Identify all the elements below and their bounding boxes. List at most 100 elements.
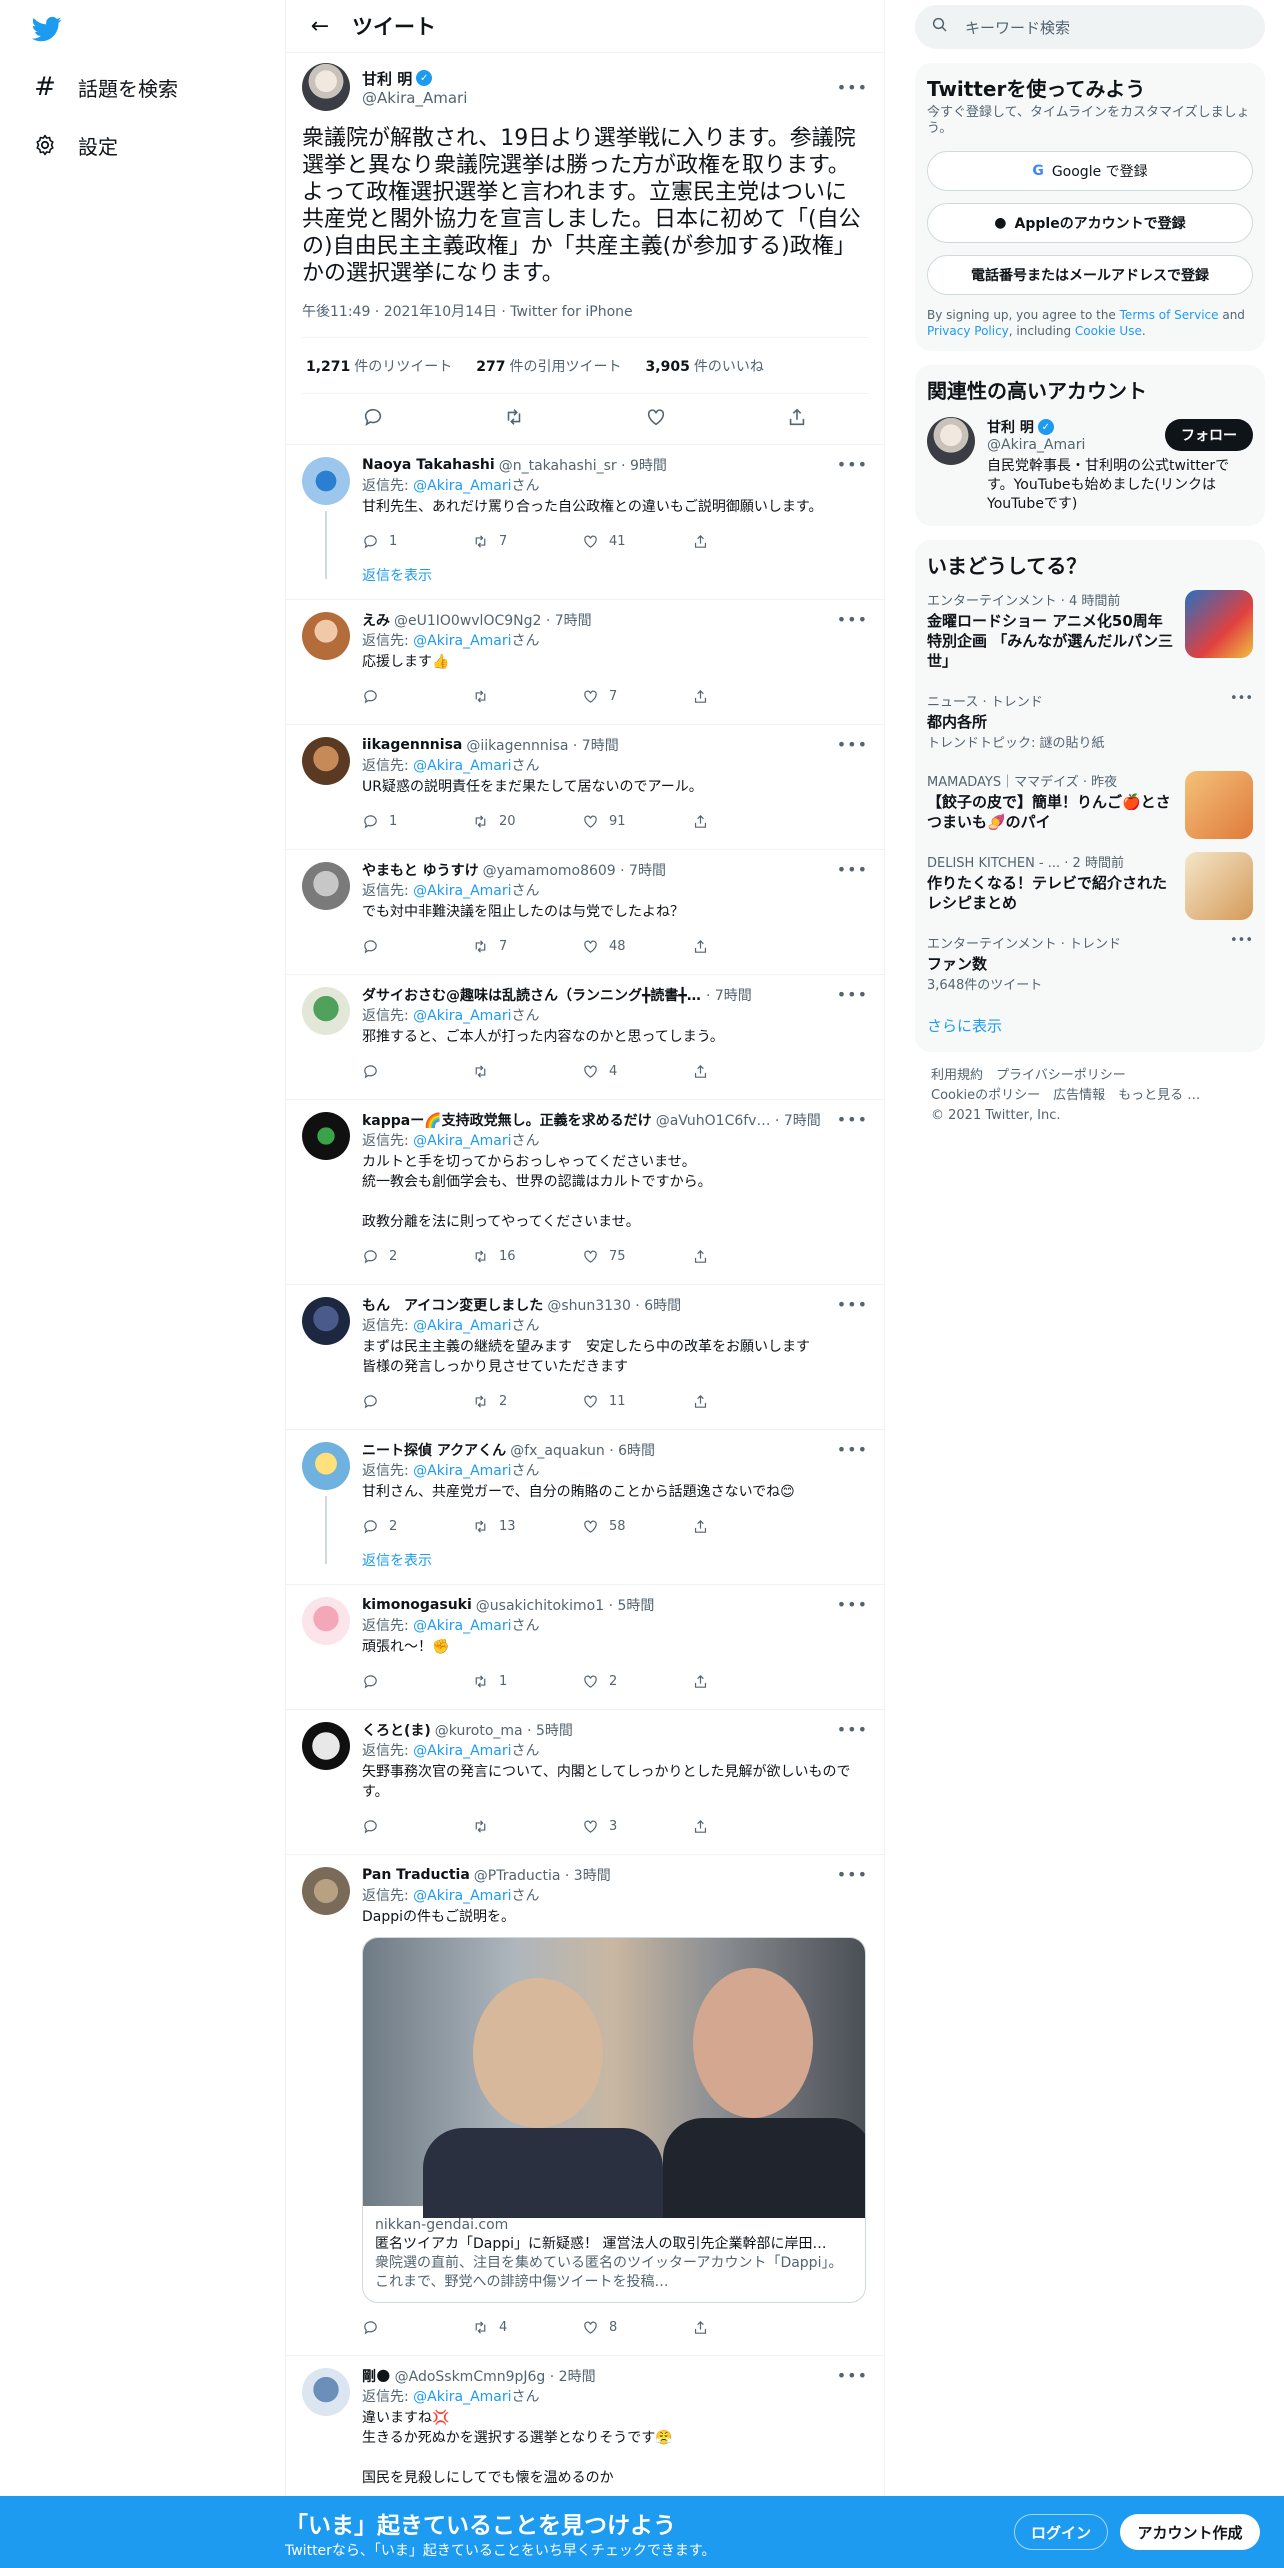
trend-item[interactable]: DELISH KITCHEN - ... · 2 時間前 作りたくなる！テレビで… (927, 842, 1253, 923)
author-handle[interactable]: @Akira_Amari (362, 89, 837, 107)
reply-author-name[interactable]: えみ (362, 610, 390, 630)
reply-to-mention[interactable]: @Akira_Amari (413, 1743, 511, 1759)
like-icon[interactable]: 91 (582, 813, 692, 830)
like-icon[interactable]: 8 (582, 2319, 692, 2336)
share-icon[interactable] (692, 2319, 802, 2336)
reply-author-name[interactable]: kimonogasuki (362, 1597, 472, 1613)
like-icon[interactable]: 4 (582, 1063, 692, 1080)
reply-author-handle[interactable]: @n_takahashi_sr · 9時間 (499, 455, 667, 475)
reply-author-name[interactable]: 剛🌑 (362, 2366, 391, 2386)
reply-tweet[interactable]: ダサイおさむ@趣味は乱読さん（ランニング╋読書╋登山… · 7時間 ••• 返信… (286, 975, 884, 1100)
reply-icon[interactable] (362, 1673, 472, 1690)
reply-avatar[interactable] (302, 862, 350, 910)
more-options-icon[interactable]: ••• (837, 78, 868, 97)
reply-avatar[interactable] (302, 1297, 350, 1345)
share-icon[interactable] (692, 1673, 802, 1690)
retweet-icon[interactable] (472, 688, 582, 705)
reply-author-handle[interactable]: @iikagennnisa · 7時間 (466, 735, 618, 755)
reply-author-handle[interactable]: @yamamomo8609 · 7時間 (483, 860, 666, 880)
reply-author-name[interactable]: やまもと ゆうすけ (362, 860, 479, 880)
like-icon[interactable]: 41 (582, 533, 692, 550)
reply-tweet[interactable]: kappaー🌈支持政党無し。正義を求めるだけ @aVuhO1C6fv… · 7時… (286, 1100, 884, 1285)
reply-tweet[interactable]: やまもと ゆうすけ @yamamomo8609 · 7時間 ••• 返信先: @… (286, 850, 884, 975)
reply-tweet[interactable]: Naoya Takahashi @n_takahashi_sr · 9時間 ••… (286, 445, 884, 600)
reply-author-handle[interactable]: @kuroto_ma · 5時間 (435, 1720, 573, 1740)
share-icon[interactable] (692, 1818, 802, 1835)
login-button[interactable]: ログイン (1014, 2514, 1108, 2550)
reply-to-mention[interactable]: @Akira_Amari (413, 1133, 511, 1149)
link-card[interactable]: nikkan-gendai.com 匿名ツイアカ「Dappi」に新疑惑！ 運営法… (362, 1937, 866, 2303)
reply-author-name[interactable]: くろと(ま) (362, 1720, 431, 1740)
reply-to-mention[interactable]: @Akira_Amari (413, 1463, 511, 1479)
trend-item[interactable]: エンターテインメント · トレンド ファン数 3,648件のツイート ••• (927, 923, 1253, 1003)
retweet-icon[interactable] (472, 1818, 582, 1835)
google-signup-button[interactable]: G Google で登録 (927, 151, 1253, 191)
reply-avatar[interactable] (302, 1867, 350, 1915)
retweet-icon[interactable] (503, 406, 525, 432)
more-options-icon[interactable]: ••• (837, 455, 868, 474)
back-arrow-icon[interactable]: ← (300, 6, 340, 46)
reply-author-handle[interactable]: @eU1IO0wvlOC9Ng2 · 7時間 (394, 610, 592, 630)
tweet-timestamp[interactable]: 午後11:49 · 2021年10月14日 · Twitter for iPho… (302, 301, 868, 338)
retweet-icon[interactable] (472, 1063, 582, 1080)
share-icon[interactable] (692, 533, 802, 550)
reply-to-mention[interactable]: @Akira_Amari (413, 1318, 511, 1334)
retweet-icon[interactable]: 16 (472, 1248, 582, 1265)
follow-button[interactable]: フォロー (1165, 419, 1253, 451)
reply-author-handle[interactable]: · 7時間 (706, 985, 752, 1005)
reply-tweet[interactable]: Pan Traductia @PTraductia · 3時間 ••• 返信先:… (286, 1855, 884, 2356)
reply-avatar[interactable] (302, 737, 350, 785)
reply-avatar[interactable] (302, 612, 350, 660)
more-options-icon[interactable]: ••• (837, 1440, 868, 1459)
reply-tweet[interactable]: くろと(ま) @kuroto_ma · 5時間 ••• 返信先: @Akira_… (286, 1710, 884, 1855)
reply-avatar[interactable] (302, 1112, 350, 1160)
reply-author-handle[interactable]: @usakichitokimo1 · 5時間 (476, 1595, 655, 1615)
share-icon[interactable] (786, 406, 808, 432)
reply-tweet[interactable]: ニート探偵 アクアくん @fx_aquakun · 6時間 ••• 返信先: @… (286, 1430, 884, 1585)
footer-cookie[interactable]: Cookieのポリシー (931, 1088, 1040, 1103)
reply-avatar[interactable] (302, 1722, 350, 1770)
quote-count-link[interactable]: 277 件の引用ツイート (476, 356, 621, 376)
reply-to-mention[interactable]: @Akira_Amari (413, 633, 511, 649)
footer-ads[interactable]: 広告情報 (1053, 1088, 1105, 1103)
author-avatar[interactable] (302, 63, 350, 111)
reply-icon[interactable] (362, 688, 472, 705)
show-more-link[interactable]: さらに表示 (927, 1003, 1253, 1040)
more-options-icon[interactable]: ••• (837, 985, 868, 1004)
reply-author-handle[interactable]: @PTraductia · 3時間 (474, 1865, 611, 1885)
reply-tweet[interactable]: もん アイコン変更しました @shun3130 · 6時間 ••• 返信先: @… (286, 1285, 884, 1430)
reply-author-handle[interactable]: @aVuhO1C6fv… · 7時間 (656, 1110, 821, 1130)
more-options-icon[interactable]: ••• (837, 1110, 868, 1129)
more-options-icon[interactable]: ••• (837, 610, 868, 629)
retweet-icon[interactable]: 4 (472, 2319, 582, 2336)
share-icon[interactable] (692, 1063, 802, 1080)
more-options-icon[interactable]: ••• (1230, 933, 1253, 948)
retweet-icon[interactable]: 1 (472, 1673, 582, 1690)
like-icon[interactable]: 58 (582, 1518, 692, 1535)
related-name[interactable]: 甘利 明 (987, 417, 1034, 437)
more-options-icon[interactable]: ••• (837, 1595, 868, 1614)
share-icon[interactable] (692, 1393, 802, 1410)
share-icon[interactable] (692, 938, 802, 955)
show-replies-link[interactable]: 返信を表示 (362, 1544, 868, 1574)
share-icon[interactable] (692, 688, 802, 705)
like-icon[interactable]: 48 (582, 938, 692, 955)
trend-item[interactable]: エンターテインメント · 4 時間前 金曜ロードショー アニメ化50周年特別企画… (927, 580, 1253, 681)
trend-item[interactable]: ニュース · トレンド 都内各所 トレンドトピック: 謎の貼り紙 ••• (927, 681, 1253, 761)
reply-tweet[interactable]: えみ @eU1IO0wvlOC9Ng2 · 7時間 ••• 返信先: @Akir… (286, 600, 884, 725)
reply-avatar[interactable] (302, 457, 350, 505)
reply-author-handle[interactable]: @shun3130 · 6時間 (547, 1295, 681, 1315)
reply-tweet[interactable]: kimonogasuki @usakichitokimo1 · 5時間 ••• … (286, 1585, 884, 1710)
nav-explore[interactable]: # 話題を検索 (30, 67, 178, 107)
like-icon[interactable]: 7 (582, 688, 692, 705)
footer-more[interactable]: もっと見る … (1118, 1088, 1200, 1103)
author-name[interactable]: 甘利 明 (362, 68, 412, 89)
more-options-icon[interactable]: ••• (837, 1720, 868, 1739)
like-icon[interactable]: 11 (582, 1393, 692, 1410)
like-icon[interactable]: 2 (582, 1673, 692, 1690)
reply-to-mention[interactable]: @Akira_Amari (413, 1888, 511, 1904)
reply-to-mention[interactable]: @Akira_Amari (413, 2389, 511, 2405)
reply-author-name[interactable]: ダサイおさむ@趣味は乱読さん（ランニング╋読書╋登山… (362, 985, 702, 1005)
phone-signup-button[interactable]: 電話番号またはメールアドレスで登録 (927, 255, 1253, 295)
retweet-count-link[interactable]: 1,271 件のリツイート (306, 356, 452, 376)
